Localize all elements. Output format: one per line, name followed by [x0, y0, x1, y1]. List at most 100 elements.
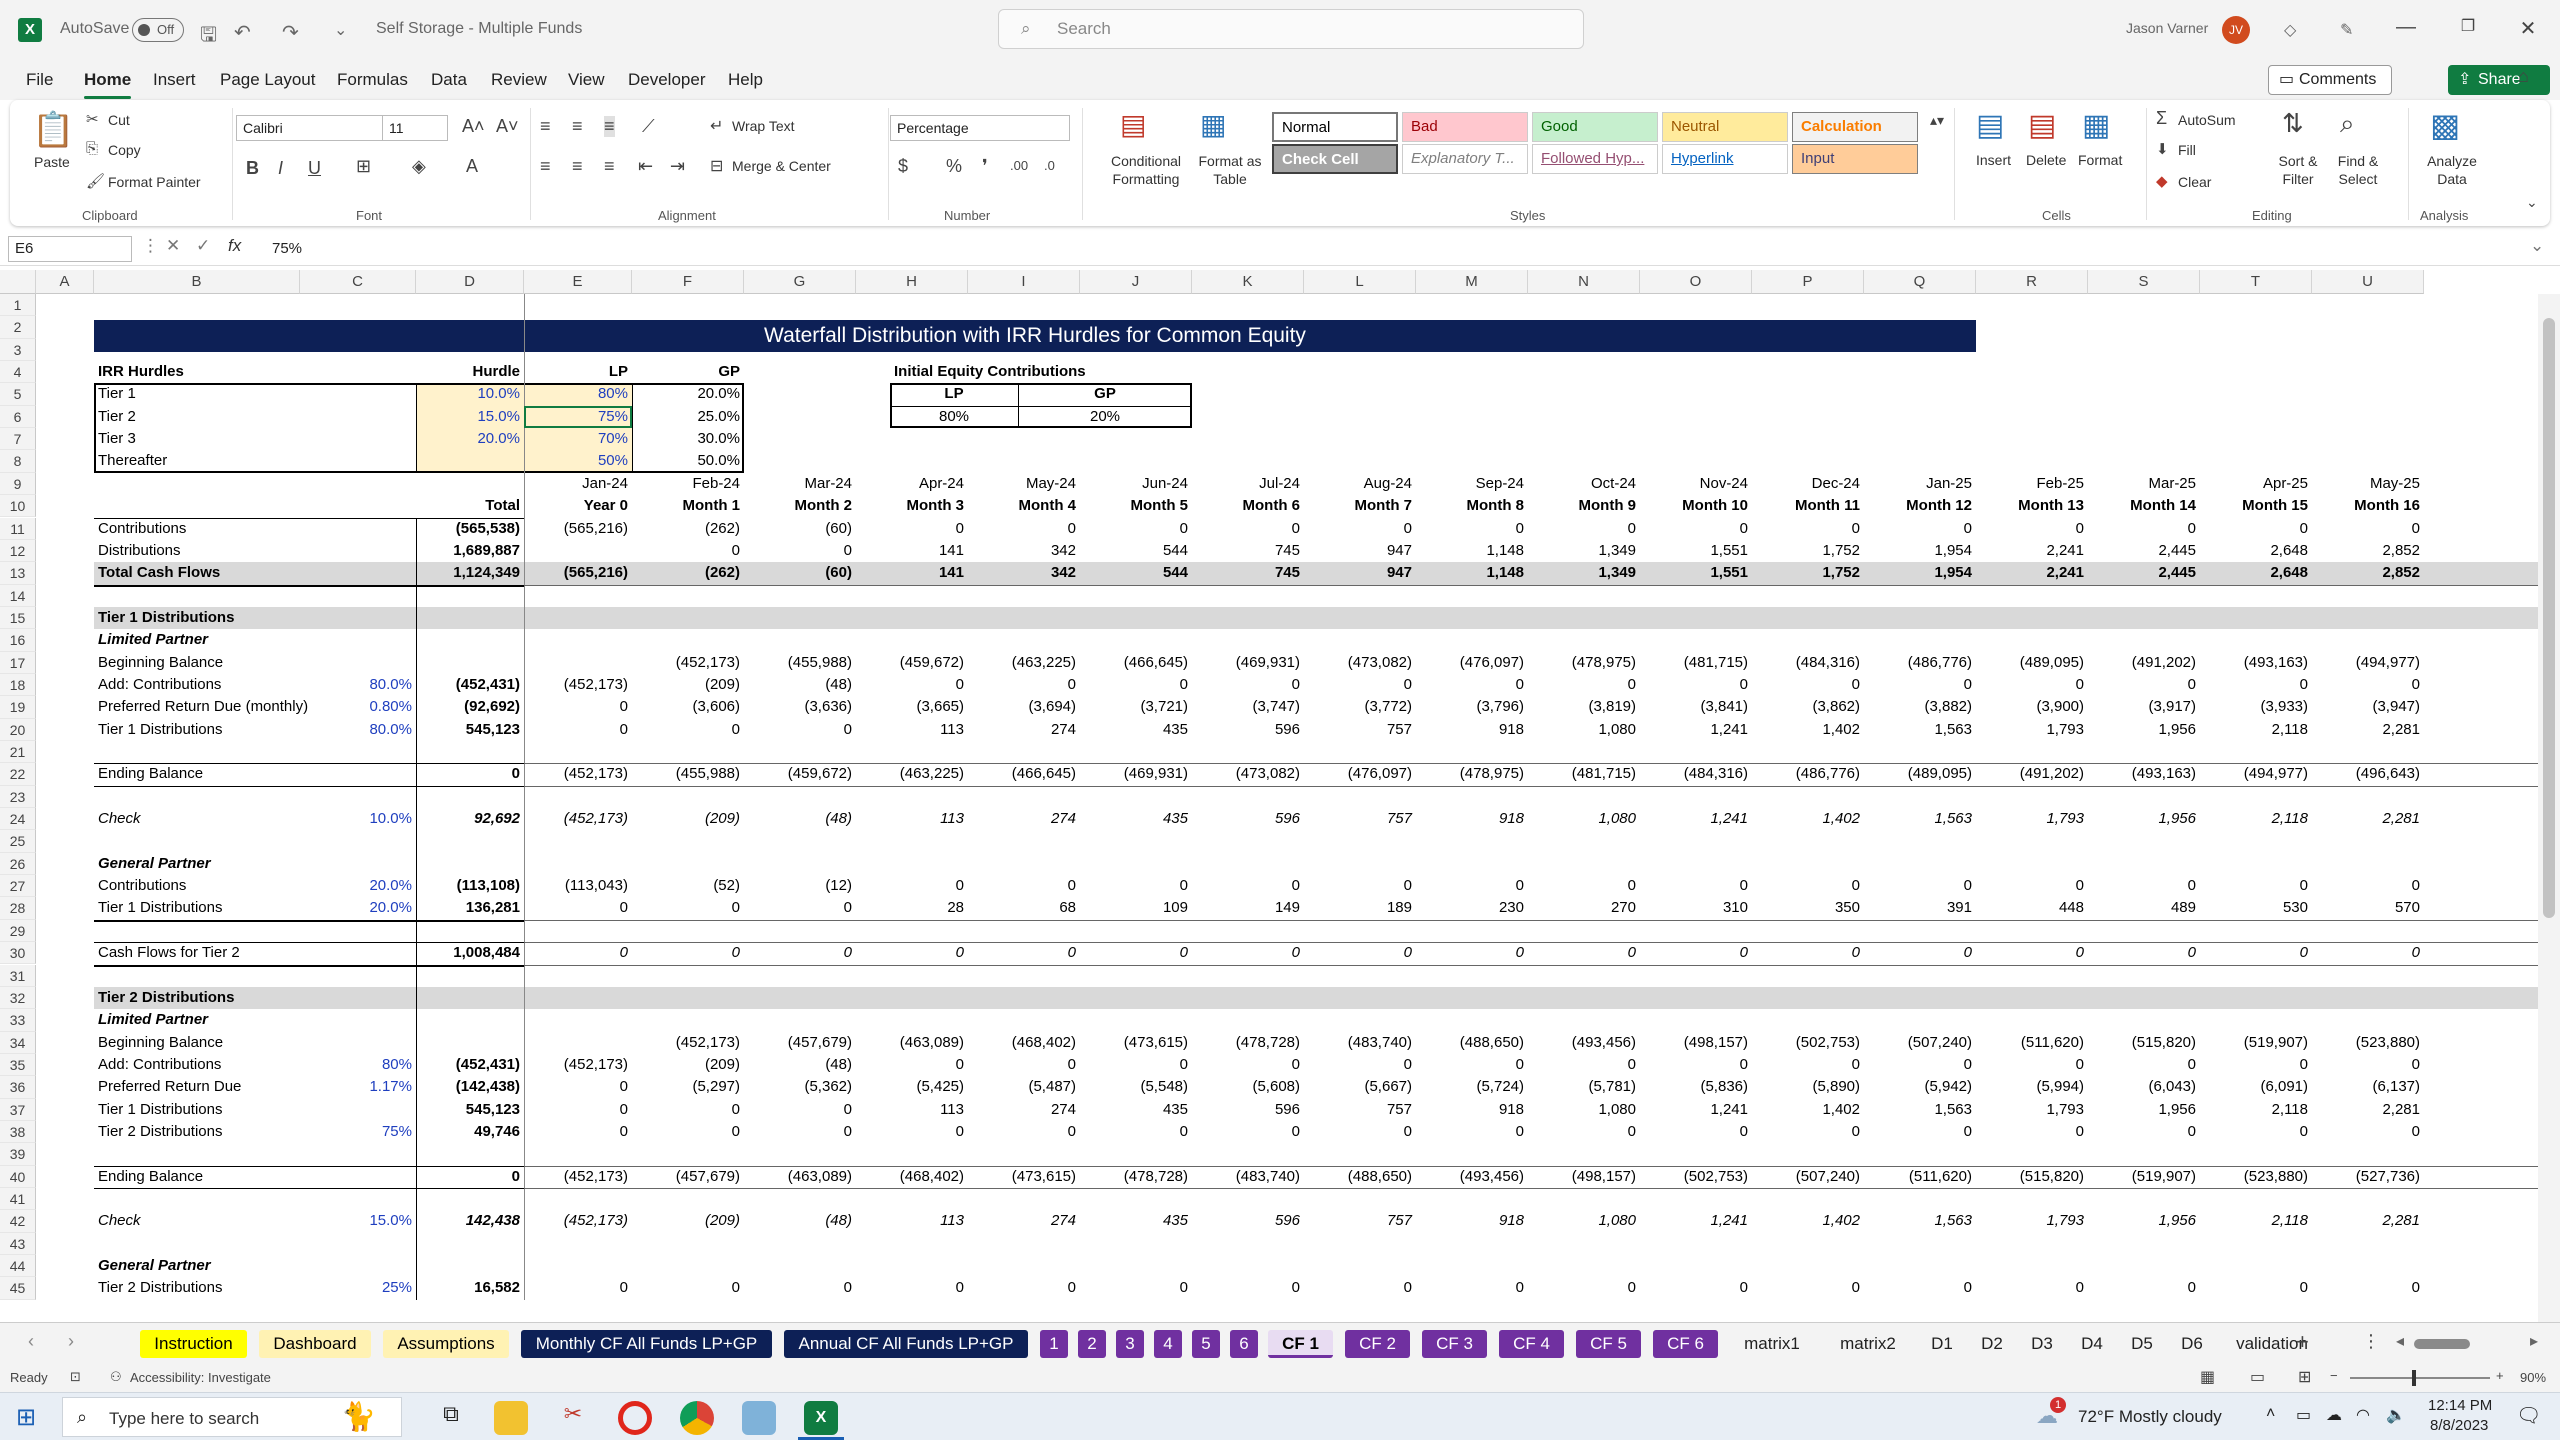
- row-value[interactable]: (3,933): [2200, 696, 2312, 718]
- cell-style-followed-hyp[interactable]: Followed Hyp...: [1532, 144, 1658, 174]
- document-title[interactable]: Self Storage - Multiple Funds: [376, 20, 582, 38]
- underline-icon[interactable]: U: [308, 158, 321, 179]
- row-value[interactable]: 0: [2200, 518, 2312, 540]
- row-value[interactable]: 0: [1752, 674, 1864, 696]
- row-value[interactable]: 0: [1416, 875, 1528, 897]
- row-label[interactable]: Cash Flows for Tier 2: [94, 942, 358, 964]
- column-header[interactable]: K: [1192, 270, 1304, 294]
- row-value[interactable]: 0: [524, 1277, 632, 1299]
- row-value[interactable]: 0: [1976, 1277, 2088, 1299]
- row-value[interactable]: 1,793: [1976, 1099, 2088, 1121]
- row-value[interactable]: (466,645): [1080, 652, 1192, 674]
- row-value[interactable]: (493,163): [2088, 763, 2200, 785]
- row-value[interactable]: (209): [632, 1210, 744, 1232]
- cell-style-good[interactable]: Good: [1532, 112, 1658, 142]
- row-value[interactable]: 0: [1192, 1277, 1304, 1299]
- row-value[interactable]: 0: [2200, 875, 2312, 897]
- currency-icon[interactable]: $: [898, 156, 908, 177]
- row-percent[interactable]: 1.17%: [300, 1076, 416, 1098]
- row-value[interactable]: 1,956: [2088, 719, 2200, 741]
- windows-start-icon[interactable]: ⊞: [16, 1403, 36, 1432]
- row-value[interactable]: (3,841): [1640, 696, 1752, 718]
- row-value[interactable]: (209): [632, 674, 744, 696]
- month-header[interactable]: Apr-24: [856, 473, 968, 495]
- row-value[interactable]: (463,089): [744, 1166, 856, 1188]
- row-value[interactable]: 0: [2312, 942, 2424, 964]
- row-value[interactable]: 1,402: [1752, 1210, 1864, 1232]
- sheet-tab-monthly-cf-all-funds-lp-gp[interactable]: Monthly CF All Funds LP+GP: [521, 1330, 772, 1358]
- row-value[interactable]: 0: [968, 1277, 1080, 1299]
- row-value[interactable]: (48): [744, 1054, 856, 1076]
- vertical-scrollbar[interactable]: [2538, 294, 2560, 1322]
- row-total[interactable]: 136,281: [416, 897, 524, 919]
- sheet-tab-d5[interactable]: D5: [2122, 1330, 2162, 1358]
- column-header[interactable]: C: [300, 270, 416, 294]
- month-header[interactable]: Jan-24: [524, 473, 632, 495]
- row-value[interactable]: (527,736): [2312, 1166, 2424, 1188]
- font-name-select[interactable]: Calibri: [236, 115, 388, 141]
- row-header[interactable]: 43: [0, 1232, 36, 1256]
- row-value[interactable]: 0: [1304, 1277, 1416, 1299]
- column-header[interactable]: T: [2200, 270, 2312, 294]
- cell-style-calculation[interactable]: Calculation: [1792, 112, 1918, 142]
- horizontal-scroll-thumb[interactable]: [2414, 1339, 2470, 1349]
- sheet-tab-1[interactable]: 1: [1040, 1330, 1068, 1358]
- row-value[interactable]: (502,753): [1640, 1166, 1752, 1188]
- row-value[interactable]: 0: [524, 942, 632, 964]
- row-header[interactable]: 5: [0, 383, 36, 406]
- zoom-slider[interactable]: [2350, 1377, 2490, 1379]
- row-value[interactable]: (493,456): [1528, 1032, 1640, 1054]
- row-value[interactable]: 2,118: [2200, 1099, 2312, 1121]
- row-value[interactable]: (3,721): [1080, 696, 1192, 718]
- zoom-in-icon[interactable]: +: [2496, 1368, 2504, 1383]
- row-header[interactable]: 29: [0, 919, 36, 943]
- row-percent[interactable]: 25%: [300, 1277, 416, 1299]
- row-value[interactable]: 0: [1640, 674, 1752, 696]
- row-value[interactable]: (209): [632, 808, 744, 830]
- row-value[interactable]: 1,752: [1752, 562, 1864, 584]
- row-value[interactable]: 0: [632, 1277, 744, 1299]
- row-value[interactable]: (484,316): [1752, 652, 1864, 674]
- hscroll-left-icon[interactable]: ◂: [2396, 1331, 2404, 1351]
- cell-style-check-cell[interactable]: Check Cell: [1272, 144, 1398, 174]
- cell-style-hyperlink[interactable]: Hyperlink: [1662, 144, 1788, 174]
- row-value[interactable]: 0: [856, 1054, 968, 1076]
- gp-split[interactable]: 25.0%: [632, 406, 744, 428]
- row-header[interactable]: 37: [0, 1098, 36, 1121]
- row-value[interactable]: 1,793: [1976, 1210, 2088, 1232]
- period-header[interactable]: Month 1: [632, 495, 744, 517]
- column-header[interactable]: Q: [1864, 270, 1976, 294]
- row-value[interactable]: 0: [1080, 942, 1192, 964]
- row-header[interactable]: 2: [0, 316, 36, 339]
- app-icon[interactable]: [742, 1401, 776, 1435]
- month-header[interactable]: Jun-24: [1080, 473, 1192, 495]
- formula-input[interactable]: 75%: [272, 240, 302, 257]
- row-value[interactable]: 0: [632, 719, 744, 741]
- row-total[interactable]: 1,008,484: [416, 942, 524, 964]
- hurdle-header[interactable]: IRR Hurdles: [94, 361, 334, 383]
- row-value[interactable]: 0: [2088, 942, 2200, 964]
- row-value[interactable]: 0: [1976, 875, 2088, 897]
- orientation-icon[interactable]: ⟋: [642, 116, 655, 137]
- row-value[interactable]: (452,173): [524, 1166, 632, 1188]
- row-value[interactable]: 0: [1528, 1277, 1640, 1299]
- column-header[interactable]: N: [1528, 270, 1640, 294]
- column-header[interactable]: D: [416, 270, 524, 294]
- row-value[interactable]: 1,148: [1416, 562, 1528, 584]
- row-value[interactable]: 1,402: [1752, 808, 1864, 830]
- row-value[interactable]: 0: [1304, 674, 1416, 696]
- row-header[interactable]: 3: [0, 338, 36, 362]
- row-value[interactable]: (3,947): [2312, 696, 2424, 718]
- conditional-formatting-button[interactable]: Conditional Formatting: [1094, 152, 1198, 188]
- sheet-tab-d3[interactable]: D3: [2022, 1330, 2062, 1358]
- row-header[interactable]: 40: [0, 1165, 36, 1188]
- row-value[interactable]: (463,225): [856, 763, 968, 785]
- sheet-tab-2[interactable]: 2: [1078, 1330, 1106, 1358]
- column-header[interactable]: L: [1304, 270, 1416, 294]
- row-value[interactable]: (483,740): [1304, 1032, 1416, 1054]
- collapse-ribbon-icon[interactable]: ⌄: [2526, 194, 2538, 211]
- row-value[interactable]: (48): [744, 808, 856, 830]
- period-header[interactable]: Month 9: [1528, 495, 1640, 517]
- clear-icon[interactable]: ◆: [2156, 172, 2168, 190]
- row-value[interactable]: 0: [1864, 942, 1976, 964]
